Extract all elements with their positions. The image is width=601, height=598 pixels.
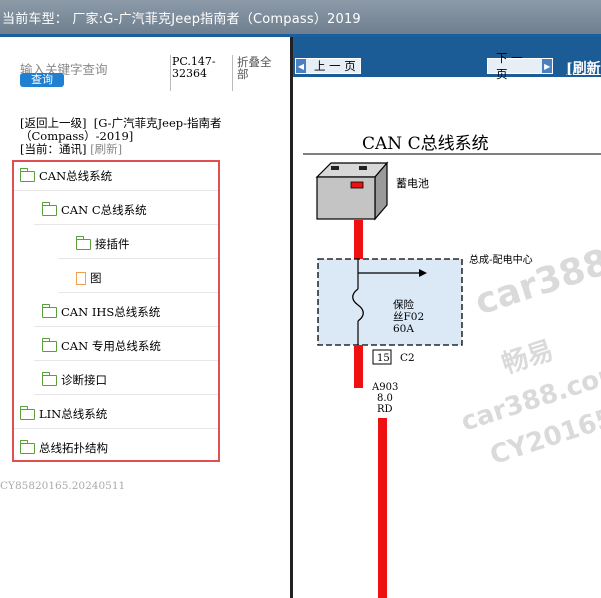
row-divider — [14, 428, 218, 429]
footer-code: CY85820165.20240511 — [0, 480, 126, 492]
diagram-title: CAN C总线系统 — [362, 134, 489, 154]
prev-page-label: 上 一 页 — [314, 59, 356, 73]
fuse-rating: 60A — [393, 323, 414, 335]
refresh-page-link[interactable]: [刷新 — [566, 58, 601, 78]
folder-icon — [19, 405, 35, 420]
tree-item-diagram[interactable]: 图 — [76, 267, 102, 289]
tree-item-can-private-bus[interactable]: CAN 专用总线系统 — [41, 335, 161, 357]
wire-id: A903 — [371, 382, 398, 393]
tree-item-bus-topology[interactable]: 总线拓扑结构 — [19, 437, 108, 459]
category-tree: CAN总线系统 CAN C总线系统 接插件 图 CAN IHS总线系统 CAN … — [12, 160, 220, 462]
row-divider — [58, 292, 218, 293]
tree-item-diagnostic-port[interactable]: 诊断接口 — [41, 369, 107, 391]
wire-color: RD — [377, 404, 393, 415]
tree-item-label: LIN总线系统 — [39, 407, 108, 421]
folder-icon — [41, 303, 57, 318]
tree-item-label: 诊断接口 — [61, 373, 107, 387]
power-distribution-center — [317, 258, 463, 346]
query-button[interactable]: 查询 — [20, 73, 64, 87]
diagram-toolbar: ◀ 上 一 页 下 一 页 ▶ [刷新 — [293, 37, 601, 81]
row-divider — [34, 360, 218, 361]
file-icon — [76, 271, 86, 285]
battery-icon — [315, 161, 389, 221]
tree-item-label: CAN 专用总线系统 — [61, 339, 161, 353]
diagram-pane: ◀ 上 一 页 下 一 页 ▶ [刷新 CAN C总线系统 蓄电池 总成-配电中… — [293, 37, 601, 598]
folder-icon — [19, 439, 35, 454]
tree-item-label: 总线拓扑结构 — [39, 441, 108, 455]
wire-size: 8.0 — [377, 393, 393, 404]
pc-code: PC.147-32364 — [172, 55, 216, 80]
tree-item-can-c-bus[interactable]: CAN C总线系统 — [41, 199, 147, 221]
vehicle-title: 当前车型： 厂家:G-广汽菲克Jeep指南者（Compass）2019 — [2, 12, 361, 27]
folder-icon — [41, 371, 57, 386]
fuse-label-line2: 丝F02 — [393, 311, 424, 323]
tree-item-label: CAN C总线系统 — [61, 203, 147, 217]
output-wire — [354, 345, 363, 388]
tree-item-label: CAN IHS总线系统 — [61, 305, 161, 319]
pdc-label: 总成-配电中心 — [469, 253, 533, 266]
row-divider — [14, 190, 218, 191]
right-arrow-icon: ▶ — [542, 59, 552, 73]
folder-icon — [41, 337, 57, 352]
row-divider — [58, 258, 218, 259]
tree-item-label: 接插件 — [95, 237, 130, 251]
main-wire — [378, 418, 387, 598]
folder-icon — [19, 167, 35, 182]
tree-item-lin-bus[interactable]: LIN总线系统 — [19, 403, 108, 425]
tree-item-label: CAN总线系统 — [39, 169, 113, 183]
tree-item-connectors[interactable]: 接插件 — [75, 233, 130, 255]
title-bar: 当前车型： 厂家:G-广汽菲克Jeep指南者（Compass）2019 — [0, 0, 601, 37]
row-divider — [34, 224, 218, 225]
tree-item-can-ihs-bus[interactable]: CAN IHS总线系统 — [41, 301, 161, 323]
fold-all-button[interactable]: 折叠全部 — [237, 56, 277, 80]
breadcrumb: [返回上一级] [G-广汽菲克Jeep-指南者（Compass）-2019] — [20, 117, 260, 142]
tree-item-label: 图 — [90, 271, 102, 285]
fuse-label-line1: 保险 — [393, 298, 414, 311]
wiring-diagram: CAN C总线系统 蓄电池 总成-配电中心 保险 丝F02 60A 15 C2 — [303, 134, 601, 598]
divider — [170, 55, 171, 91]
connector-id: C2 — [400, 352, 415, 364]
tree-item-can-bus[interactable]: CAN总线系统 — [19, 165, 113, 187]
current-label: [当前：通讯] — [20, 142, 87, 156]
prev-page-button[interactable]: ◀ 上 一 页 — [295, 58, 361, 74]
refresh-link[interactable]: [刷新] — [90, 142, 122, 156]
folder-icon — [75, 235, 91, 250]
row-divider — [34, 394, 218, 395]
left-arrow-icon: ◀ — [296, 59, 306, 73]
battery-label: 蓄电池 — [396, 177, 429, 190]
row-divider — [34, 326, 218, 327]
divider — [232, 55, 233, 91]
pin-number: 15 — [377, 353, 390, 364]
folder-icon — [41, 201, 57, 216]
next-page-button[interactable]: 下 一 页 ▶ — [487, 51, 553, 81]
left-navigation-pane: 输入关键字查询 查询 PC.147-32364 折叠全部 [返回上一级] [G-… — [0, 37, 290, 598]
current-location: [当前：通讯] [刷新] — [20, 141, 122, 157]
